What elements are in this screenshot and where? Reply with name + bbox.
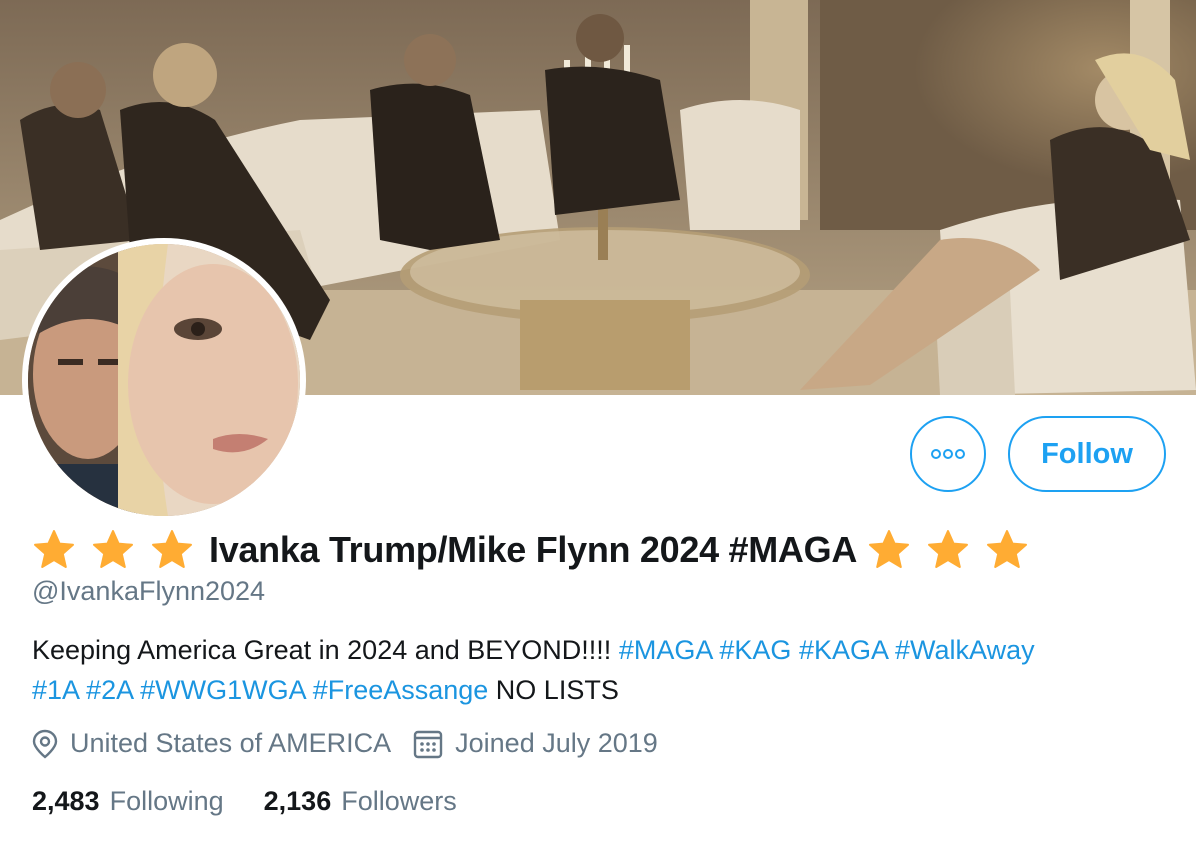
profile-meta: United States of AMERICA Joined July 201…: [32, 728, 658, 759]
hashtag-link[interactable]: #FreeAssange: [313, 675, 489, 705]
stars-after: [867, 528, 1044, 572]
bio-text: [79, 675, 87, 705]
star-icon: [93, 530, 133, 568]
followers-count: 2,136: [263, 786, 332, 816]
star-icon: [928, 530, 969, 568]
star-icon: [34, 530, 74, 568]
location-pin-icon: [32, 729, 58, 759]
followers-label: Followers: [341, 786, 457, 816]
star-icon: [152, 530, 192, 568]
more-horizontal-icon: [931, 449, 965, 459]
hashtag-link[interactable]: #1A: [32, 675, 79, 705]
following-label: Following: [109, 786, 224, 816]
profile-joined-date: Joined July 2019: [455, 728, 658, 758]
bio-text: Keeping America Great in 2024 and BEYOND…: [32, 635, 619, 665]
following-count: 2,483: [32, 786, 100, 816]
bio-text: [305, 675, 313, 705]
calendar-icon: [413, 729, 443, 759]
profile-avatar[interactable]: [22, 238, 306, 522]
hashtag-link[interactable]: #KAG: [719, 635, 791, 665]
profile-handle: @IvankaFlynn2024: [32, 576, 266, 606]
bio-line: Keeping America Great in 2024 and BEYOND…: [32, 630, 1172, 670]
hashtag-link[interactable]: #WWG1WGA: [140, 675, 305, 705]
profile-location: United States of AMERICA: [70, 728, 392, 758]
hashtag-link[interactable]: #WalkAway: [895, 635, 1035, 665]
star-icon: [869, 530, 910, 568]
profile-stats: 2,483 Following 2,136 Followers: [32, 786, 457, 817]
followers-link[interactable]: 2,136 Followers: [264, 786, 457, 817]
stars-before: [32, 528, 209, 572]
hashtag-link[interactable]: #MAGA: [619, 635, 712, 665]
profile-bio: Keeping America Great in 2024 and BEYOND…: [32, 630, 1172, 710]
hashtag-link[interactable]: #2A: [86, 675, 133, 705]
bio-text: NO LISTS: [488, 675, 619, 705]
bio-line: #1A #2A #WWG1WGA #FreeAssange NO LISTS: [32, 670, 1172, 710]
bio-text: [888, 635, 896, 665]
hashtag-link[interactable]: #KAGA: [799, 635, 888, 665]
avatar-photo: [28, 244, 300, 516]
bio-text: [791, 635, 799, 665]
display-name: Ivanka Trump/Mike Flynn 2024 #MAGA: [209, 529, 858, 570]
more-options-button[interactable]: [910, 416, 986, 492]
display-name-row: Ivanka Trump/Mike Flynn 2024 #MAGA: [32, 524, 1044, 576]
follow-button[interactable]: Follow: [1008, 416, 1166, 492]
star-icon: [987, 530, 1028, 568]
following-link[interactable]: 2,483 Following: [32, 786, 224, 817]
